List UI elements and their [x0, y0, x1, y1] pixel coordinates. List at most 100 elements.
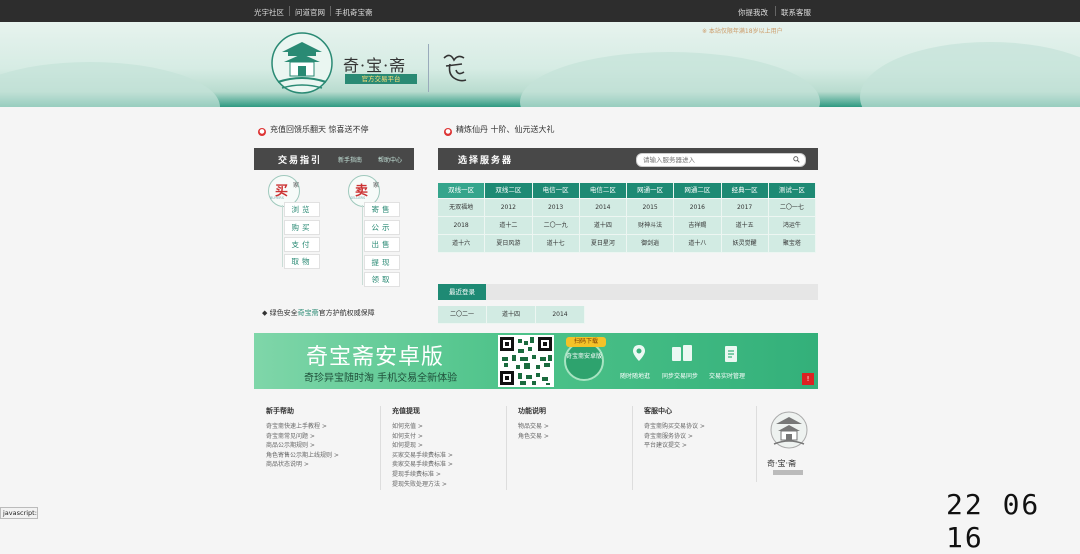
footer-link[interactable]: 平台建议提交 > — [644, 441, 705, 451]
server-tab[interactable]: 双线二区 — [485, 183, 533, 198]
recent-server[interactable]: 二〇二一 — [438, 306, 487, 324]
announcement-item[interactable]: ● 充值回馈乐翻天 惊喜送不停 — [258, 124, 369, 136]
step-receive[interactable]: 领取 — [364, 272, 400, 287]
footer-link[interactable]: 买家交易手续费标准 > — [392, 451, 453, 461]
footer-link[interactable]: 物品交易 > — [518, 422, 549, 432]
step-pay[interactable]: 支付 — [284, 237, 320, 252]
server-cell[interactable]: 二〇一九 — [532, 217, 580, 235]
recent-server[interactable]: 2014 — [536, 306, 585, 324]
server-tab[interactable]: 经典一区 — [721, 183, 769, 198]
link-newbie-guide[interactable]: 新手指南 — [338, 155, 362, 164]
divider — [380, 406, 381, 490]
server-cell[interactable]: 鸿运牛 — [768, 217, 816, 235]
footer-link[interactable]: 奇宝斋购买交易协议 > — [644, 422, 705, 432]
footer-link[interactable]: 卖家交易手续费标准 > — [392, 460, 453, 470]
server-cell[interactable]: 御剑逍 — [627, 235, 675, 253]
server-tab[interactable]: 网通二区 — [674, 183, 722, 198]
server-cell[interactable]: 道十二 — [485, 217, 533, 235]
footer-logo-text: 奇·宝·斋 — [767, 459, 797, 468]
link-feedback[interactable]: 你提我改 — [738, 7, 768, 18]
promo-alert-button[interactable]: ! — [802, 373, 814, 385]
server-cell[interactable]: 2015 — [627, 199, 675, 217]
server-cell[interactable]: 夏日风游 — [485, 235, 533, 253]
server-cell[interactable]: 二〇一七 — [768, 199, 816, 217]
server-tab[interactable]: 电信二区 — [579, 183, 627, 198]
footer-link[interactable]: 角色寄售公示期上线规则 > — [266, 451, 339, 461]
server-cell[interactable]: 道十四 — [579, 217, 627, 235]
server-cell[interactable]: 2017 — [721, 199, 769, 217]
server-tab[interactable]: 电信一区 — [532, 183, 580, 198]
qr-code-icon — [498, 335, 554, 387]
decor-hill — [520, 52, 820, 107]
server-tab[interactable]: 网通一区 — [627, 183, 675, 198]
footer-link[interactable]: 商品公示期规则 > — [266, 441, 339, 451]
panel-title: 交易指引 — [278, 156, 323, 166]
footer-link[interactable]: 角色交易 > — [518, 432, 549, 442]
buyer-badge-ring: BUYERS — [270, 196, 284, 200]
footer-link[interactable]: 提现手续费标准 > — [392, 470, 453, 480]
recent-login-tab[interactable]: 最近登录 — [438, 284, 486, 300]
server-cell[interactable]: 道十七 — [532, 235, 580, 253]
step-browse[interactable]: 浏览 — [284, 202, 320, 217]
divider — [428, 44, 429, 92]
divider — [330, 6, 331, 16]
step-buy[interactable]: 购买 — [284, 220, 320, 235]
android-app-promo[interactable]: 奇宝斋安卓版 奇珍异宝随时淘 手机交易全新体验 扫码下载 奇宝斋安卓版 随时随地… — [254, 333, 818, 389]
footer-heading: 新手帮助 — [266, 407, 294, 415]
server-cell[interactable]: 无双福地 — [438, 199, 486, 217]
footer-col-newbie: 新手帮助 奇宝斋快速上手教程 > 奇宝斋常见问题 > 商品公示期规则 > 角色寄… — [266, 406, 339, 470]
server-cell[interactable]: 道十八 — [674, 235, 722, 253]
footer-link[interactable]: 提现失败处理方法 > — [392, 480, 453, 490]
safety-text: 绿色安全 — [269, 309, 298, 317]
server-search-input[interactable] — [643, 154, 783, 166]
server-cell[interactable]: 妖灵觉醒 — [721, 235, 769, 253]
clock-overlay: 22 06 16 — [946, 488, 1041, 554]
footer-link[interactable]: 奇宝斋常见问题 > — [266, 432, 339, 442]
step-withdraw[interactable]: 提现 — [364, 255, 400, 270]
pavilion-logo-icon[interactable] — [270, 30, 334, 100]
footer-link[interactable]: 如何提现 > — [392, 441, 453, 451]
server-tab[interactable]: 双线一区 — [438, 183, 486, 198]
step-collect[interactable]: 取物 — [284, 254, 320, 269]
server-tab[interactable]: 测试一区 — [768, 183, 816, 198]
server-cell[interactable]: 夏日星河 — [579, 235, 627, 253]
logo-title: 奇·宝·斋 — [343, 56, 407, 75]
safety-text: 官方护航权威保障 — [318, 309, 375, 317]
footer-link[interactable]: 如何充值 > — [392, 422, 453, 432]
divider — [282, 205, 283, 267]
server-cell[interactable]: 2016 — [674, 199, 722, 217]
server-cell[interactable]: 2014 — [579, 199, 627, 217]
step-sell[interactable]: 出售 — [364, 237, 400, 252]
search-icon[interactable] — [793, 156, 800, 163]
divider — [289, 6, 290, 16]
footer-heading: 功能说明 — [518, 407, 546, 415]
recent-server[interactable]: 道十四 — [487, 306, 536, 324]
link-mobile-qibaozhai[interactable]: 手机奇宝斋 — [335, 7, 373, 18]
buyer-badge-suffix: 家 — [293, 182, 300, 189]
link-contact-service[interactable]: 联系客服 — [781, 7, 811, 18]
promo-title: 奇宝斋安卓版 — [306, 345, 445, 370]
step-consign[interactable]: 寄售 — [364, 202, 400, 217]
footer-link[interactable]: 奇宝斋快速上手教程 > — [266, 422, 339, 432]
buyer-flow: 买 家 BUYERS 浏览 购买 支付 取物 — [268, 175, 332, 271]
footer-link[interactable]: 奇宝斋服务协议 > — [644, 432, 705, 442]
server-cell[interactable]: 聚宝塔 — [768, 235, 816, 253]
server-cell[interactable]: 2012 — [485, 199, 533, 217]
server-cell[interactable]: 财神斗法 — [627, 217, 675, 235]
server-cell[interactable]: 道十五 — [721, 217, 769, 235]
server-cell[interactable]: 吉祥赐 — [674, 217, 722, 235]
server-cell[interactable]: 道十六 — [438, 235, 486, 253]
server-cell[interactable]: 2013 — [532, 199, 580, 217]
announcement-item[interactable]: ● 精炼仙丹 十阶、仙元送大礼 — [444, 124, 555, 136]
link-wendao-official[interactable]: 问道官网 — [295, 7, 325, 18]
footer-link[interactable]: 如何支付 > — [392, 432, 453, 442]
panel-title: 选择服务器 — [458, 156, 514, 166]
link-help-center[interactable]: 帮助中心 — [378, 155, 402, 164]
safety-brand: 奇宝斋 — [297, 309, 319, 317]
scan-download-badge[interactable]: 扫码下载 奇宝斋安卓版 — [564, 337, 606, 381]
browser-status-bar: javascript: — [0, 507, 38, 519]
footer-link[interactable]: 商品状态说明 > — [266, 460, 339, 470]
step-publicize[interactable]: 公示 — [364, 220, 400, 235]
link-guangyu-community[interactable]: 光宇社区 — [254, 7, 284, 18]
server-cell[interactable]: 2018 — [438, 217, 486, 235]
